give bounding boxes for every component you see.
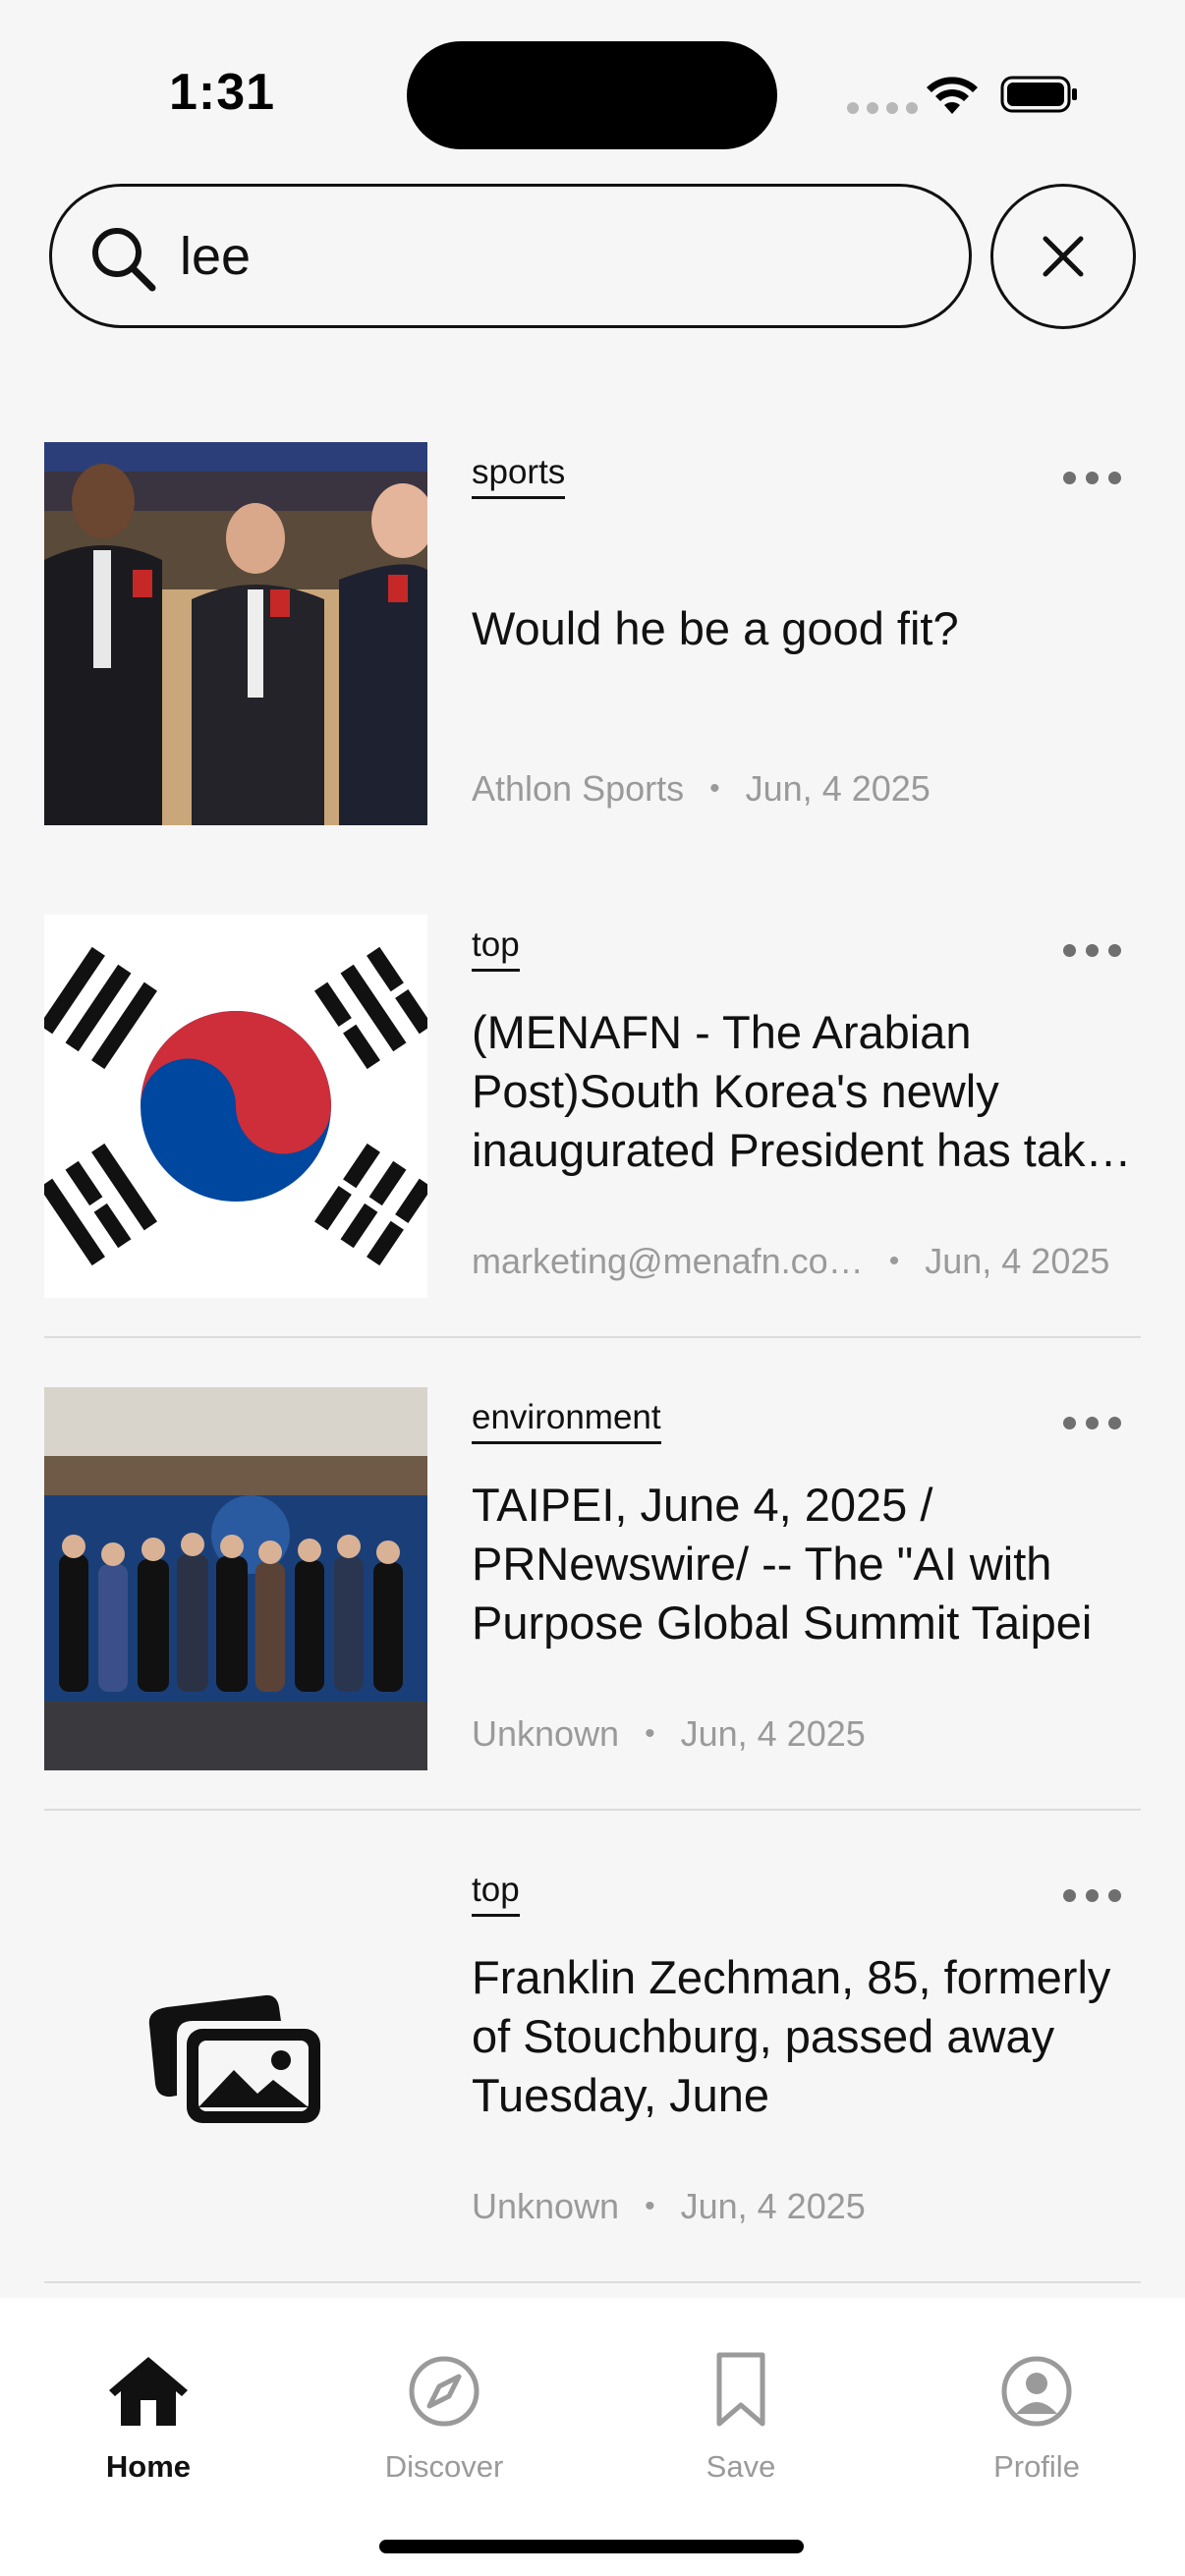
search-input[interactable] xyxy=(180,214,927,299)
article-thumbnail xyxy=(44,915,427,1298)
tab-label: Discover xyxy=(384,2449,504,2484)
close-icon xyxy=(1043,236,1084,277)
compass-icon xyxy=(409,2356,480,2427)
search-icon xyxy=(92,228,156,292)
profile-icon xyxy=(1001,2356,1072,2427)
tab-label: Save xyxy=(705,2449,776,2484)
article-thumbnail xyxy=(44,442,427,825)
meta-separator: • xyxy=(645,1717,655,1750)
article-title: Franklin Zechman, 85, formerly of Stouch… xyxy=(472,1951,1111,2121)
article-category[interactable]: environment xyxy=(472,1398,661,1444)
tab-home[interactable]: Home xyxy=(50,2349,247,2485)
app-screen: 1:31 lee sports Would he be a good fit? … xyxy=(0,0,1185,2576)
image-placeholder-icon xyxy=(148,1994,320,2123)
battery-icon xyxy=(1000,76,1077,113)
article-item[interactable]: environment TAIPEI, June 4, 2025 / PRNew… xyxy=(0,1338,1185,1811)
clear-search-button[interactable] xyxy=(990,184,1136,329)
article-meta: Unknown • Jun, 4 2025 xyxy=(472,1713,1150,1755)
status-time: 1:31 xyxy=(169,64,276,121)
more-options-icon[interactable] xyxy=(1063,1417,1121,1429)
status-bar: 1:31 xyxy=(0,0,1185,187)
home-indicator xyxy=(379,2540,804,2553)
tab-profile[interactable]: Profile xyxy=(938,2349,1135,2485)
tab-discover[interactable]: Discover xyxy=(346,2349,542,2485)
article-list: sports Would he be a good fit? Athlon Sp… xyxy=(0,393,1185,2283)
article-date: Jun, 4 2025 xyxy=(745,768,931,809)
article-category[interactable]: top xyxy=(472,925,520,972)
home-icon xyxy=(109,2357,188,2426)
article-thumbnail xyxy=(44,1387,427,1770)
article-title: Would he be a good fit? xyxy=(472,602,959,654)
article-meta: marketing@menafn.co… • Jun, 4 2025 xyxy=(472,1241,1150,1282)
article-source: Unknown xyxy=(472,2186,620,2226)
divider xyxy=(44,2281,1141,2283)
tab-save[interactable]: Save xyxy=(643,2349,839,2485)
article-item[interactable]: top (MENAFN - The Arabian Post)South Kor… xyxy=(0,866,1185,1338)
article-date: Jun, 4 2025 xyxy=(680,2186,866,2226)
more-options-icon[interactable] xyxy=(1063,944,1121,957)
article-item[interactable]: top Franklin Zechman, 85, formerly of St… xyxy=(0,1811,1185,2283)
article-meta: Unknown • Jun, 4 2025 xyxy=(472,2186,1150,2227)
meta-separator: • xyxy=(888,1245,900,1277)
article-category[interactable]: top xyxy=(472,1871,520,1917)
wifi-icon xyxy=(927,77,978,114)
article-date: Jun, 4 2025 xyxy=(925,1241,1110,1281)
more-options-icon[interactable] xyxy=(1063,1889,1121,1902)
article-source: marketing@menafn.co… xyxy=(472,1241,864,1281)
article-thumbnail xyxy=(44,1860,427,2243)
article-source: Unknown xyxy=(472,1713,620,1754)
more-options-icon[interactable] xyxy=(1063,472,1121,484)
article-category[interactable]: sports xyxy=(472,453,566,499)
search-bar[interactable] xyxy=(49,184,972,328)
meta-separator: • xyxy=(709,772,720,805)
article-date: Jun, 4 2025 xyxy=(680,1713,866,1754)
article-source: Athlon Sports xyxy=(472,768,685,809)
article-title: (MENAFN - The Arabian Post)South Korea's… xyxy=(472,1006,1137,1176)
sports-broadcasters-image xyxy=(44,442,427,825)
summit-group-photo-image xyxy=(44,1387,427,1770)
bookmark-icon xyxy=(716,2352,765,2427)
bottom-tab-bar: Home Discover Save Profile xyxy=(0,2298,1185,2576)
tab-label: Home xyxy=(105,2449,192,2484)
dynamic-island xyxy=(407,41,777,149)
meta-separator: • xyxy=(645,2190,655,2222)
article-item[interactable]: sports Would he be a good fit? Athlon Sp… xyxy=(0,393,1185,866)
south-korea-flag-image xyxy=(44,915,427,1298)
article-meta: Athlon Sports • Jun, 4 2025 xyxy=(472,768,1150,810)
tab-label: Profile xyxy=(993,2449,1080,2484)
cellular-signal-icon xyxy=(847,102,918,114)
article-title: TAIPEI, June 4, 2025 / PRNewswire/ -- Th… xyxy=(472,1479,1093,1649)
